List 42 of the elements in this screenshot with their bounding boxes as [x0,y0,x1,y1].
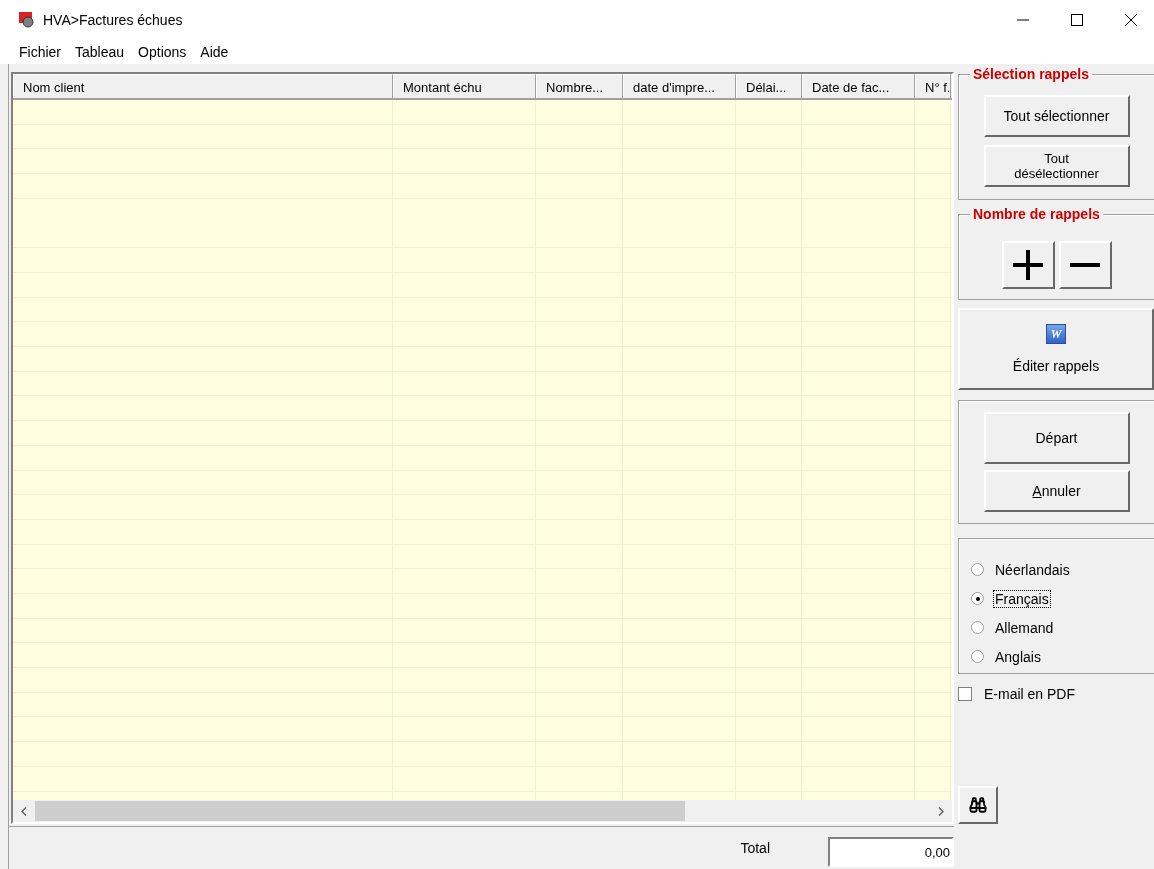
group-title: Sélection rappels [970,66,1092,82]
plus-icon [1011,248,1045,282]
horizontal-scrollbar[interactable] [13,800,952,822]
menu-item[interactable]: Options [131,44,194,60]
column-header[interactable]: N° f. [915,74,951,98]
minus-icon [1068,263,1102,267]
column-header[interactable]: Délai... [736,74,802,98]
total-label: Total [740,840,770,856]
radio-button[interactable] [971,621,984,634]
column-header[interactable]: Nombre... [536,74,623,98]
edit-reminders-button[interactable]: W Éditer rappels [958,308,1154,390]
email-pdf-label[interactable]: E-mail en PDF [984,686,1076,702]
minus-button[interactable] [1058,241,1112,289]
checkbox[interactable] [958,687,972,701]
word-icon: W [1046,324,1066,344]
action-button[interactable]: Annuler [983,470,1130,512]
language-label[interactable]: Français [994,590,1050,607]
menu-item[interactable]: Aide [193,44,236,60]
app-icon [19,12,35,28]
select-all-button[interactable]: Tout sélectionner [983,95,1130,137]
column-header[interactable]: Date de fac... [802,74,915,98]
language-label[interactable]: Allemand [994,619,1055,636]
column-header[interactable]: date d'impre... [623,74,736,98]
menu-item[interactable]: Tableau [68,44,132,60]
radio-button[interactable] [971,592,984,605]
menu-item[interactable]: Fichier [12,44,68,60]
total-field[interactable]: 0,00 [828,837,954,867]
column-header[interactable]: Montant échu [393,74,536,98]
language-label[interactable]: Anglais [994,648,1042,665]
search-button[interactable] [958,786,998,824]
radio-button[interactable] [971,650,984,663]
language-label[interactable]: Néerlandais [994,561,1071,578]
radio-button[interactable] [971,563,984,576]
binoculars-icon [969,796,987,814]
maximize-icon [1071,14,1083,26]
window-title: HVA>Factures échues [43,12,184,28]
group-title: Nombre de rappels [970,206,1103,222]
deselect-all-button[interactable]: Tout désélectionner [983,145,1130,187]
plus-button[interactable] [1001,241,1055,289]
action-button[interactable]: Départ [983,412,1130,464]
column-header[interactable]: Nom client [13,74,393,98]
close-icon [1125,14,1137,26]
